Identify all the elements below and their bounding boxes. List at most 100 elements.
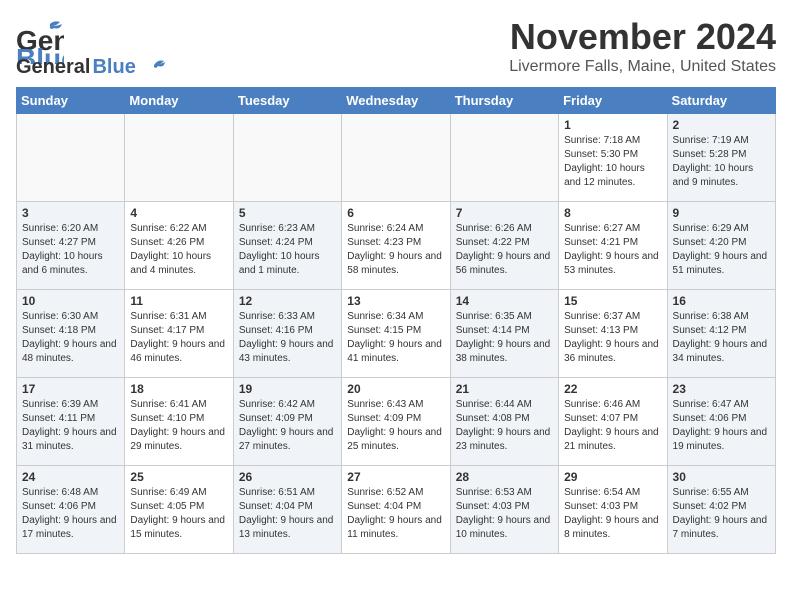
day-number: 29 bbox=[564, 470, 661, 484]
weekday-header-row: SundayMondayTuesdayWednesdayThursdayFrid… bbox=[17, 88, 776, 114]
calendar-cell: 29 Sunrise: 6:54 AM Sunset: 4:03 PM Dayli… bbox=[559, 466, 667, 554]
calendar-cell: 2 Sunrise: 7:19 AM Sunset: 5:28 PM Daylig… bbox=[667, 114, 775, 202]
weekday-header-thursday: Thursday bbox=[450, 88, 558, 114]
page-header: General Blue General Blue November 2024 … bbox=[16, 16, 776, 79]
day-info: Sunrise: 6:48 AM Sunset: 4:06 PM Dayligh… bbox=[22, 486, 119, 542]
day-info: Sunrise: 6:22 AM Sunset: 4:26 PM Dayligh… bbox=[130, 222, 227, 278]
day-info: Sunrise: 6:27 AM Sunset: 4:21 PM Dayligh… bbox=[564, 222, 661, 278]
day-number: 9 bbox=[673, 206, 770, 220]
day-number: 2 bbox=[673, 118, 770, 132]
weekday-header-friday: Friday bbox=[559, 88, 667, 114]
day-number: 24 bbox=[22, 470, 119, 484]
calendar-cell: 12 Sunrise: 6:33 AM Sunset: 4:16 PM Dayli… bbox=[233, 290, 341, 378]
day-number: 23 bbox=[673, 382, 770, 396]
day-number: 27 bbox=[347, 470, 444, 484]
day-number: 30 bbox=[673, 470, 770, 484]
day-number: 5 bbox=[239, 206, 336, 220]
day-info: Sunrise: 6:42 AM Sunset: 4:09 PM Dayligh… bbox=[239, 398, 336, 454]
calendar-cell: 10 Sunrise: 6:30 AM Sunset: 4:18 PM Dayli… bbox=[17, 290, 125, 378]
day-info: Sunrise: 6:52 AM Sunset: 4:04 PM Dayligh… bbox=[347, 486, 444, 542]
day-info: Sunrise: 6:54 AM Sunset: 4:03 PM Dayligh… bbox=[564, 486, 661, 542]
day-number: 8 bbox=[564, 206, 661, 220]
calendar-cell: 5Sunrise: 6:23 AM Sunset: 4:24 PM Daylig… bbox=[233, 202, 341, 290]
day-number: 16 bbox=[673, 294, 770, 308]
calendar-week-3: 10 Sunrise: 6:30 AM Sunset: 4:18 PM Dayli… bbox=[17, 290, 776, 378]
calendar-cell: 17 Sunrise: 6:39 AM Sunset: 4:11 PM Dayli… bbox=[17, 378, 125, 466]
calendar-cell: 15 Sunrise: 6:37 AM Sunset: 4:13 PM Dayli… bbox=[559, 290, 667, 378]
calendar-cell: 6Sunrise: 6:24 AM Sunset: 4:23 PM Daylig… bbox=[342, 202, 450, 290]
calendar-cell: 14Sunrise: 6:35 AM Sunset: 4:14 PM Dayli… bbox=[450, 290, 558, 378]
day-number: 22 bbox=[564, 382, 661, 396]
day-number: 6 bbox=[347, 206, 444, 220]
logo-blue: Blue bbox=[92, 56, 135, 79]
day-info: Sunrise: 7:19 AM Sunset: 5:28 PM Dayligh… bbox=[673, 134, 770, 190]
weekday-header-saturday: Saturday bbox=[667, 88, 775, 114]
calendar-week-1: 1 Sunrise: 7:18 AM Sunset: 5:30 PM Daylig… bbox=[17, 114, 776, 202]
day-number: 18 bbox=[130, 382, 227, 396]
day-info: Sunrise: 6:53 AM Sunset: 4:03 PM Dayligh… bbox=[456, 486, 553, 542]
day-info: Sunrise: 7:18 AM Sunset: 5:30 PM Dayligh… bbox=[564, 134, 661, 190]
day-info: Sunrise: 6:37 AM Sunset: 4:13 PM Dayligh… bbox=[564, 310, 661, 366]
day-info: Sunrise: 6:51 AM Sunset: 4:04 PM Dayligh… bbox=[239, 486, 336, 542]
day-number: 13 bbox=[347, 294, 444, 308]
month-title: November 2024 bbox=[509, 16, 776, 58]
day-info: Sunrise: 6:44 AM Sunset: 4:08 PM Dayligh… bbox=[456, 398, 553, 454]
day-info: Sunrise: 6:30 AM Sunset: 4:18 PM Dayligh… bbox=[22, 310, 119, 366]
day-number: 7 bbox=[456, 206, 553, 220]
calendar-cell: 23 Sunrise: 6:47 AM Sunset: 4:06 PM Dayli… bbox=[667, 378, 775, 466]
logo: General Blue General Blue bbox=[16, 16, 166, 79]
calendar-cell: 9 Sunrise: 6:29 AM Sunset: 4:20 PM Daylig… bbox=[667, 202, 775, 290]
calendar-cell: 22Sunrise: 6:46 AM Sunset: 4:07 PM Dayli… bbox=[559, 378, 667, 466]
calendar-cell: 13 Sunrise: 6:34 AM Sunset: 4:15 PM Dayli… bbox=[342, 290, 450, 378]
day-info: Sunrise: 6:26 AM Sunset: 4:22 PM Dayligh… bbox=[456, 222, 553, 278]
calendar-cell: 25Sunrise: 6:49 AM Sunset: 4:05 PM Dayli… bbox=[125, 466, 233, 554]
day-number: 12 bbox=[239, 294, 336, 308]
calendar-cell: 28Sunrise: 6:53 AM Sunset: 4:03 PM Dayli… bbox=[450, 466, 558, 554]
calendar-cell: 27 Sunrise: 6:52 AM Sunset: 4:04 PM Dayli… bbox=[342, 466, 450, 554]
day-number: 14 bbox=[456, 294, 553, 308]
calendar-cell: 4Sunrise: 6:22 AM Sunset: 4:26 PM Daylig… bbox=[125, 202, 233, 290]
location: Livermore Falls, Maine, United States bbox=[509, 58, 776, 76]
title-area: November 2024 Livermore Falls, Maine, Un… bbox=[509, 16, 776, 76]
day-number: 3 bbox=[22, 206, 119, 220]
day-info: Sunrise: 6:29 AM Sunset: 4:20 PM Dayligh… bbox=[673, 222, 770, 278]
calendar-cell: 19 Sunrise: 6:42 AM Sunset: 4:09 PM Dayli… bbox=[233, 378, 341, 466]
calendar-week-5: 24 Sunrise: 6:48 AM Sunset: 4:06 PM Dayli… bbox=[17, 466, 776, 554]
day-info: Sunrise: 6:47 AM Sunset: 4:06 PM Dayligh… bbox=[673, 398, 770, 454]
day-info: Sunrise: 6:55 AM Sunset: 4:02 PM Dayligh… bbox=[673, 486, 770, 542]
calendar-cell: 21Sunrise: 6:44 AM Sunset: 4:08 PM Dayli… bbox=[450, 378, 558, 466]
day-number: 1 bbox=[564, 118, 661, 132]
calendar-cell bbox=[342, 114, 450, 202]
day-number: 26 bbox=[239, 470, 336, 484]
day-number: 20 bbox=[347, 382, 444, 396]
day-number: 15 bbox=[564, 294, 661, 308]
day-number: 19 bbox=[239, 382, 336, 396]
day-info: Sunrise: 6:39 AM Sunset: 4:11 PM Dayligh… bbox=[22, 398, 119, 454]
day-info: Sunrise: 6:34 AM Sunset: 4:15 PM Dayligh… bbox=[347, 310, 444, 366]
day-number: 25 bbox=[130, 470, 227, 484]
day-number: 17 bbox=[22, 382, 119, 396]
day-info: Sunrise: 6:20 AM Sunset: 4:27 PM Dayligh… bbox=[22, 222, 119, 278]
weekday-header-tuesday: Tuesday bbox=[233, 88, 341, 114]
weekday-header-sunday: Sunday bbox=[17, 88, 125, 114]
calendar-cell: 18 Sunrise: 6:41 AM Sunset: 4:10 PM Dayli… bbox=[125, 378, 233, 466]
day-info: Sunrise: 6:41 AM Sunset: 4:10 PM Dayligh… bbox=[130, 398, 227, 454]
day-info: Sunrise: 6:31 AM Sunset: 4:17 PM Dayligh… bbox=[130, 310, 227, 366]
calendar-cell: 30 Sunrise: 6:55 AM Sunset: 4:02 PM Dayli… bbox=[667, 466, 775, 554]
calendar-week-2: 3 Sunrise: 6:20 AM Sunset: 4:27 PM Daylig… bbox=[17, 202, 776, 290]
calendar-cell: 11Sunrise: 6:31 AM Sunset: 4:17 PM Dayli… bbox=[125, 290, 233, 378]
weekday-header-monday: Monday bbox=[125, 88, 233, 114]
day-info: Sunrise: 6:38 AM Sunset: 4:12 PM Dayligh… bbox=[673, 310, 770, 366]
day-info: Sunrise: 6:43 AM Sunset: 4:09 PM Dayligh… bbox=[347, 398, 444, 454]
logo-bird-icon bbox=[142, 57, 166, 78]
calendar-cell bbox=[17, 114, 125, 202]
calendar-week-4: 17 Sunrise: 6:39 AM Sunset: 4:11 PM Dayli… bbox=[17, 378, 776, 466]
calendar-cell: 1 Sunrise: 7:18 AM Sunset: 5:30 PM Daylig… bbox=[559, 114, 667, 202]
day-info: Sunrise: 6:33 AM Sunset: 4:16 PM Dayligh… bbox=[239, 310, 336, 366]
calendar-cell: 24 Sunrise: 6:48 AM Sunset: 4:06 PM Dayli… bbox=[17, 466, 125, 554]
calendar-cell: 3 Sunrise: 6:20 AM Sunset: 4:27 PM Daylig… bbox=[17, 202, 125, 290]
day-number: 10 bbox=[22, 294, 119, 308]
weekday-header-wednesday: Wednesday bbox=[342, 88, 450, 114]
calendar-cell: 7 Sunrise: 6:26 AM Sunset: 4:22 PM Daylig… bbox=[450, 202, 558, 290]
calendar-cell: 16 Sunrise: 6:38 AM Sunset: 4:12 PM Dayli… bbox=[667, 290, 775, 378]
